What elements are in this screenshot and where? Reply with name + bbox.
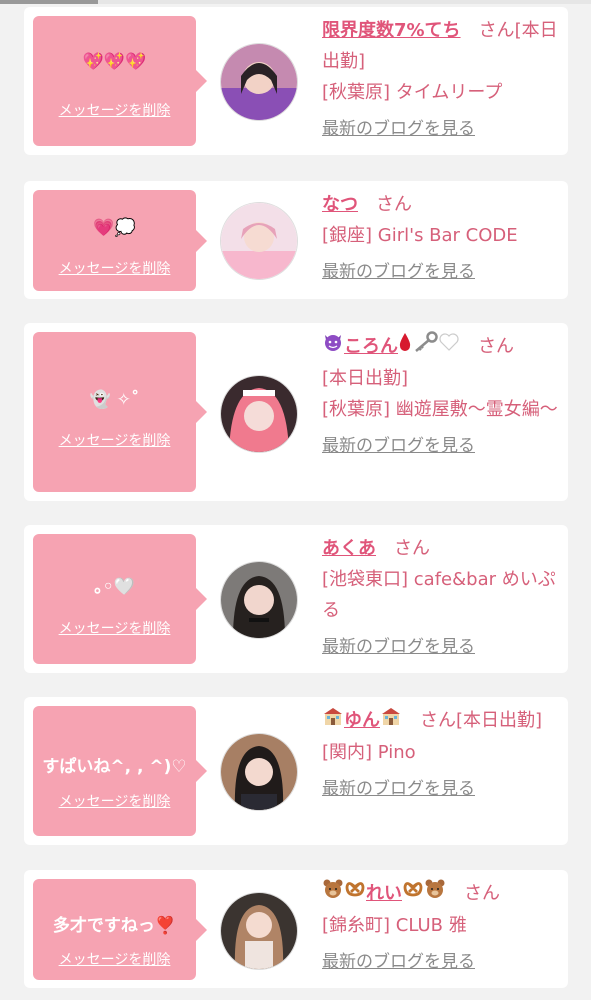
message-bubble: 多才ですねっ❣️ メッセージを削除 [33,879,207,980]
pretzel-icon [402,878,424,910]
shop-text: [秋葉原] タイムリープ [322,82,503,103]
honorific: さん [464,883,500,904]
status-text: [本日出勤] [456,710,543,731]
shop-text: [関内] Pino [322,742,416,763]
honorific: さん [478,336,514,357]
delete-message-link[interactable]: メッセージを削除 [33,430,196,450]
message-bubble: 💗💭 メッセージを削除 [33,190,207,291]
shop-text: [銀座] Girl's Bar CODE [322,225,518,246]
profile-info: ころん さん [本日出勤] [秋葉原] 幽遊屋敷〜霊女編〜 最新のブログを見る [322,331,560,462]
status-text: [本日出勤] [322,368,409,389]
pretzel-icon [344,878,366,910]
delete-message-link[interactable]: メッセージを削除 [33,791,196,811]
message-bubble: すぱいね^, , ^)♡ メッセージを削除 [33,706,207,836]
blood-drop-icon [398,331,412,363]
shop-text: [錦糸町] CLUB 雅 [322,915,467,936]
white-heart-icon [438,331,460,363]
avatar[interactable] [220,733,298,811]
message-bubble: 👻 ✧˚ メッセージを削除 [33,332,207,492]
latest-blog-link[interactable]: 最新のブログを見る [322,774,475,805]
profile-info: なつ さん [銀座] Girl's Bar CODE 最新のブログを見る [322,189,560,288]
message-card: 多才ですねっ❣️ メッセージを削除 れい さん [錦糸町] CLUB 雅 最新の… [24,870,568,988]
profile-info: あくあ さん [池袋東口] cafe&bar めいぷる 最新のブログを見る [322,533,560,663]
shop-text: [秋葉原] 幽遊屋敷〜霊女編〜 [322,399,558,420]
message-card: 💗💭 メッセージを削除 なつ さん [銀座] Girl's Bar CODE 最… [24,181,568,299]
message-card: 💖💖💖 メッセージを削除 限界度数7%てち さん[本日出勤] [秋葉原] タイム… [24,7,568,155]
delete-message-link[interactable]: メッセージを削除 [33,100,196,120]
avatar[interactable] [220,561,298,639]
profile-info: ゆん さん[本日出勤] [関内] Pino 最新のブログを見る [322,705,560,805]
bear-icon [322,878,344,910]
message-bubble: 💖💖💖 メッセージを削除 [33,16,207,146]
cast-name-link[interactable]: れい [366,883,402,904]
honorific: さん [394,538,430,559]
avatar[interactable] [220,892,298,970]
message-text: 💖💖💖 [82,52,147,72]
latest-blog-link[interactable]: 最新のブログを見る [322,632,475,663]
latest-blog-link[interactable]: 最新のブログを見る [322,431,475,462]
message-text: ｡◦🤍 [94,577,135,597]
shop-text: [池袋東口] cafe&bar めいぷる [322,569,556,621]
school-icon [322,705,344,737]
latest-blog-link[interactable]: 最新のブログを見る [322,947,475,978]
message-text: 多才ですねっ❣️ [52,916,177,936]
message-card: ｡◦🤍 メッセージを削除 あくあ さん [池袋東口] cafe&bar めいぷる… [24,525,568,673]
profile-info: れい さん [錦糸町] CLUB 雅 最新のブログを見る [322,878,560,978]
cast-name-link[interactable]: ゆん [344,710,380,731]
message-card: すぱいね^, , ^)♡ メッセージを削除 ゆん さん[本日出勤] [関内] P… [24,697,568,845]
delete-message-link[interactable]: メッセージを削除 [33,618,196,638]
message-text: すぱいね^, , ^)♡ [42,757,187,777]
cast-name-link[interactable]: ころん [344,336,398,357]
latest-blog-link[interactable]: 最新のブログを見る [322,257,475,288]
message-text: 💗💭 [93,218,136,238]
avatar[interactable] [220,43,298,121]
latest-blog-link[interactable]: 最新のブログを見る [322,114,475,145]
cast-name-link[interactable]: あくあ [322,538,376,559]
message-card: 👻 ✧˚ メッセージを削除 ころん さん [本日出勤] [秋葉原] 幽遊屋敷〜霊… [24,323,568,501]
message-bubble: ｡◦🤍 メッセージを削除 [33,534,207,664]
avatar[interactable] [220,202,298,280]
key-icon [412,331,438,363]
cast-name-link[interactable]: なつ [322,194,358,215]
school-icon [380,705,402,737]
avatar[interactable] [220,375,298,453]
top-scroll-indicator [0,0,591,4]
honorific: さん [376,194,412,215]
profile-info: 限界度数7%てち さん[本日出勤] [秋葉原] タイムリープ 最新のブログを見る [322,15,560,145]
cast-name-link[interactable]: 限界度数7%てち [322,20,461,41]
delete-message-link[interactable]: メッセージを削除 [33,949,196,969]
delete-message-link[interactable]: メッセージを削除 [33,258,196,278]
honorific: さん [420,710,456,731]
honorific: さん [478,20,515,41]
message-text: 👻 ✧˚ [89,390,140,410]
devil-face-icon [322,331,344,363]
bear-icon [424,878,446,910]
scroll-thumb [0,0,98,4]
